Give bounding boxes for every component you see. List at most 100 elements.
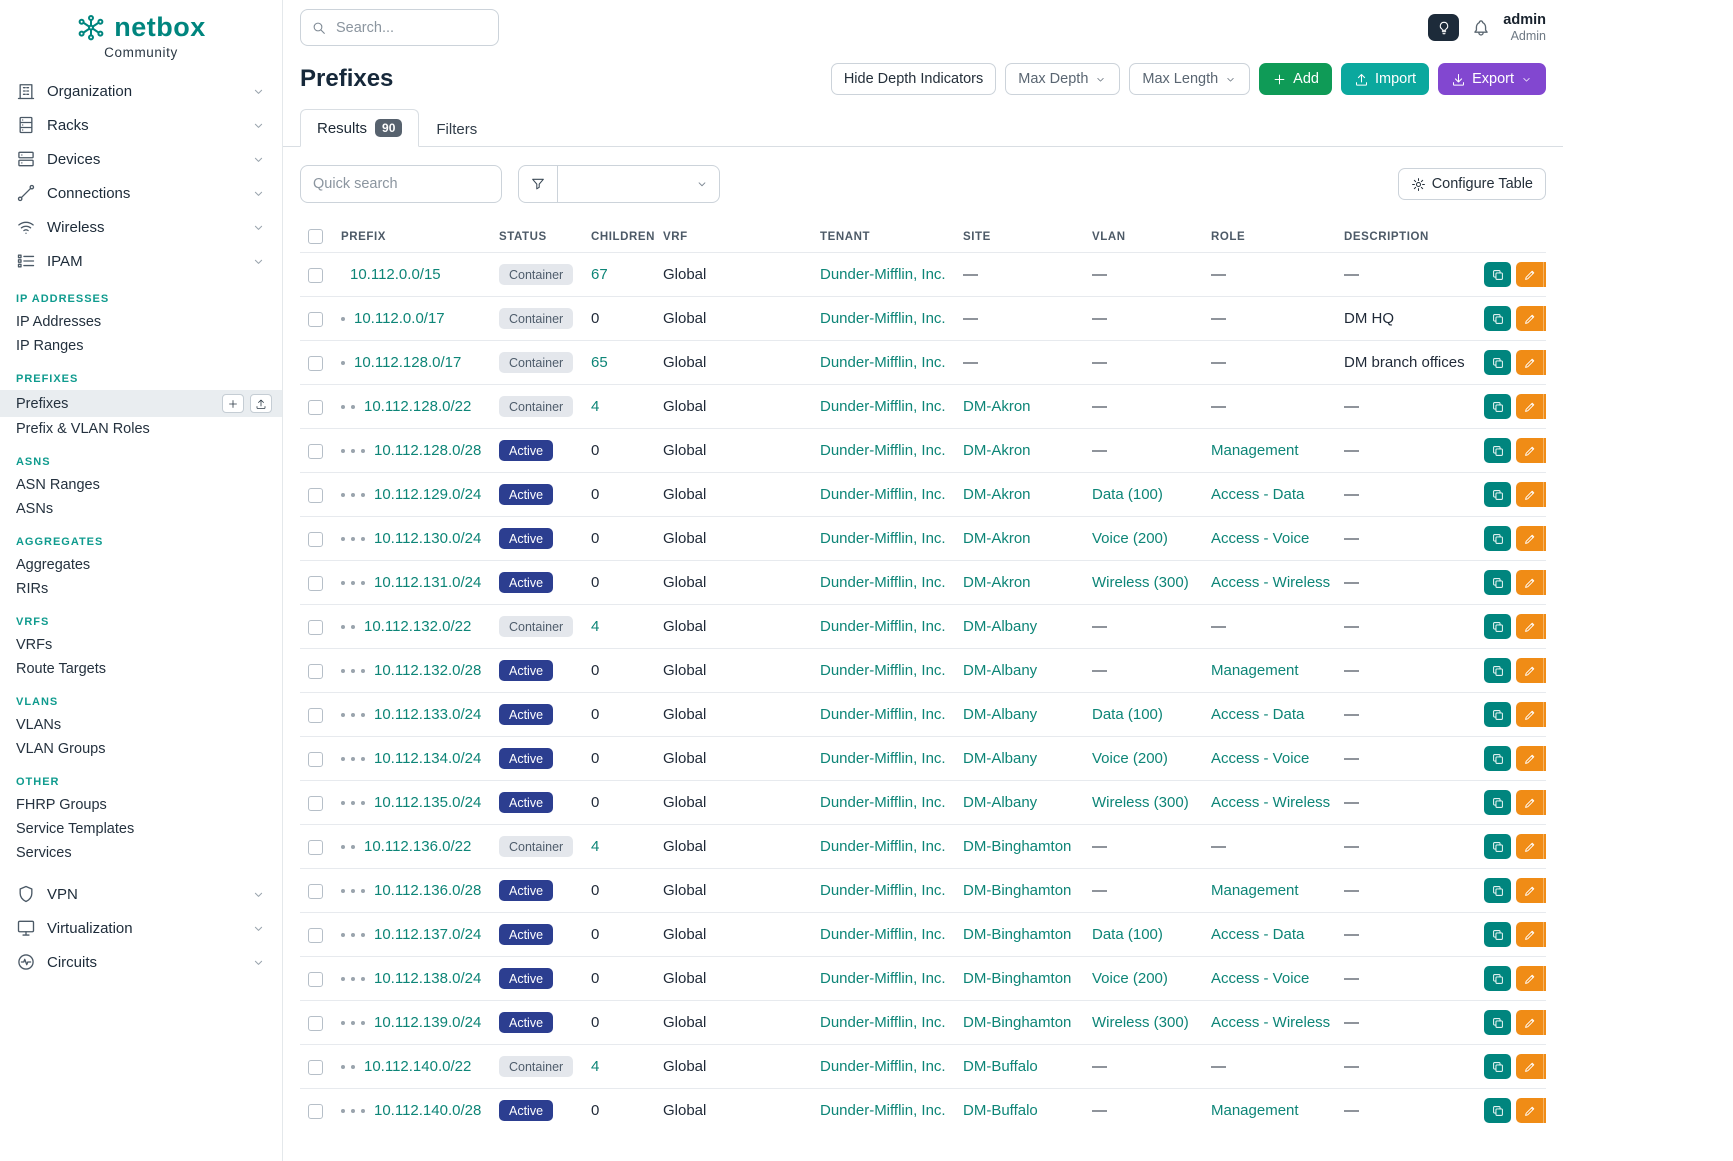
sidebar-item-asn-ranges[interactable]: ASN Ranges	[0, 473, 282, 497]
tenant-link[interactable]: Dunder-Mifflin, Inc.	[820, 486, 946, 503]
edit-dropdown-button[interactable]	[1543, 306, 1546, 331]
column-header-role[interactable]: ROLE	[1203, 221, 1336, 253]
sidebar-item-prefix-vlan-roles[interactable]: Prefix & VLAN Roles	[0, 417, 282, 441]
edit-dropdown-button[interactable]	[1543, 966, 1546, 991]
sidebar-item-ip-ranges[interactable]: IP Ranges	[0, 334, 282, 358]
edit-button[interactable]	[1516, 306, 1543, 331]
clone-button[interactable]	[1484, 1098, 1511, 1123]
row-checkbox[interactable]	[308, 444, 323, 459]
column-header-site[interactable]: SITE	[955, 221, 1084, 253]
prefix-link[interactable]: 10.112.139.0/24	[374, 1014, 481, 1031]
role-link[interactable]: Access - Voice	[1211, 750, 1309, 767]
import-button[interactable]: Import	[1341, 63, 1429, 95]
tenant-link[interactable]: Dunder-Mifflin, Inc.	[820, 618, 946, 635]
prefix-link[interactable]: 10.112.140.0/28	[374, 1102, 481, 1119]
clone-button[interactable]	[1484, 878, 1511, 903]
edit-dropdown-button[interactable]	[1543, 834, 1546, 859]
role-link[interactable]: Management	[1211, 662, 1299, 679]
vlan-link[interactable]: Voice (200)	[1092, 970, 1168, 987]
tenant-link[interactable]: Dunder-Mifflin, Inc.	[820, 1014, 946, 1031]
prefix-link[interactable]: 10.112.128.0/17	[354, 354, 461, 371]
prefix-link[interactable]: 10.112.138.0/24	[374, 970, 481, 987]
row-checkbox[interactable]	[308, 312, 323, 327]
edit-dropdown-button[interactable]	[1543, 1054, 1546, 1079]
tenant-link[interactable]: Dunder-Mifflin, Inc.	[820, 750, 946, 767]
vlan-link[interactable]: Data (100)	[1092, 486, 1163, 503]
role-link[interactable]: Access - Wireless	[1211, 574, 1330, 591]
edit-button[interactable]	[1516, 790, 1543, 815]
sidebar-item-route-targets[interactable]: Route Targets	[0, 657, 282, 681]
site-link[interactable]: DM-Binghamton	[963, 882, 1071, 899]
prefix-link[interactable]: 10.112.131.0/24	[374, 574, 481, 591]
prefix-link[interactable]: 10.112.132.0/22	[364, 618, 471, 635]
edit-dropdown-button[interactable]	[1543, 1098, 1546, 1123]
edit-button[interactable]	[1516, 922, 1543, 947]
site-link[interactable]: DM-Albany	[963, 662, 1037, 679]
edit-dropdown-button[interactable]	[1543, 614, 1546, 639]
tenant-link[interactable]: Dunder-Mifflin, Inc.	[820, 1102, 946, 1119]
column-header-status[interactable]: STATUS	[491, 221, 583, 253]
prefix-link[interactable]: 10.112.0.0/15	[350, 266, 441, 283]
sidebar-item-asns[interactable]: ASNs	[0, 497, 282, 521]
clone-button[interactable]	[1484, 790, 1511, 815]
row-checkbox[interactable]	[308, 664, 323, 679]
role-link[interactable]: Access - Wireless	[1211, 1014, 1330, 1031]
site-link[interactable]: DM-Akron	[963, 574, 1031, 591]
prefix-link[interactable]: 10.112.128.0/28	[374, 442, 481, 459]
sidebar-item-circuits[interactable]: Circuits	[0, 945, 282, 979]
site-link[interactable]: DM-Akron	[963, 398, 1031, 415]
clone-button[interactable]	[1484, 526, 1511, 551]
sidebar-item-aggregates[interactable]: Aggregates	[0, 553, 282, 577]
edit-dropdown-button[interactable]	[1543, 878, 1546, 903]
column-header-children[interactable]: CHILDREN	[583, 221, 655, 253]
prefix-link[interactable]: 10.112.0.0/17	[354, 310, 445, 327]
tenant-link[interactable]: Dunder-Mifflin, Inc.	[820, 794, 946, 811]
site-link[interactable]: DM-Albany	[963, 794, 1037, 811]
edit-dropdown-button[interactable]	[1543, 570, 1546, 595]
global-search-input[interactable]	[300, 9, 499, 46]
site-link[interactable]: DM-Buffalo	[963, 1058, 1038, 1075]
row-checkbox[interactable]	[308, 972, 323, 987]
sidebar-item-ip-addresses[interactable]: IP Addresses	[0, 310, 282, 334]
clone-button[interactable]	[1484, 482, 1511, 507]
edit-dropdown-button[interactable]	[1543, 394, 1546, 419]
children-link[interactable]: 65	[591, 354, 608, 371]
sidebar-item-rirs[interactable]: RIRs	[0, 577, 282, 601]
user-menu[interactable]: admin Admin	[1503, 11, 1546, 45]
edit-dropdown-button[interactable]	[1543, 790, 1546, 815]
tab-filters[interactable]: Filters	[419, 111, 494, 147]
site-link[interactable]: DM-Akron	[963, 442, 1031, 459]
tenant-link[interactable]: Dunder-Mifflin, Inc.	[820, 970, 946, 987]
prefix-link[interactable]: 10.112.136.0/22	[364, 838, 471, 855]
vlan-link[interactable]: Wireless (300)	[1092, 1014, 1189, 1031]
sidebar-item-organization[interactable]: Organization	[0, 74, 282, 108]
prefix-link[interactable]: 10.112.135.0/24	[374, 794, 481, 811]
row-checkbox[interactable]	[308, 488, 323, 503]
vlan-link[interactable]: Voice (200)	[1092, 750, 1168, 767]
clone-button[interactable]	[1484, 394, 1511, 419]
edit-dropdown-button[interactable]	[1543, 746, 1546, 771]
site-link[interactable]: DM-Binghamton	[963, 970, 1071, 987]
site-link[interactable]: DM-Akron	[963, 486, 1031, 503]
prefix-link[interactable]: 10.112.140.0/22	[364, 1058, 471, 1075]
edit-button[interactable]	[1516, 482, 1543, 507]
edit-button[interactable]	[1516, 438, 1543, 463]
clone-button[interactable]	[1484, 570, 1511, 595]
prefix-link[interactable]: 10.112.128.0/22	[364, 398, 471, 415]
tenant-link[interactable]: Dunder-Mifflin, Inc.	[820, 926, 946, 943]
row-checkbox[interactable]	[308, 1060, 323, 1075]
column-header-vlan[interactable]: VLAN	[1084, 221, 1203, 253]
edit-dropdown-button[interactable]	[1543, 262, 1546, 287]
row-checkbox[interactable]	[308, 620, 323, 635]
vlan-link[interactable]: Voice (200)	[1092, 530, 1168, 547]
edit-button[interactable]	[1516, 966, 1543, 991]
edit-dropdown-button[interactable]	[1543, 526, 1546, 551]
role-link[interactable]: Management	[1211, 1102, 1299, 1119]
upload-button[interactable]	[250, 394, 272, 413]
row-checkbox[interactable]	[308, 576, 323, 591]
site-link[interactable]: DM-Albany	[963, 618, 1037, 635]
theme-toggle-button[interactable]	[1428, 14, 1459, 41]
site-link[interactable]: DM-Binghamton	[963, 838, 1071, 855]
sidebar-item-services[interactable]: Services	[0, 841, 282, 865]
max-depth-dropdown[interactable]: Max Depth	[1005, 63, 1120, 95]
